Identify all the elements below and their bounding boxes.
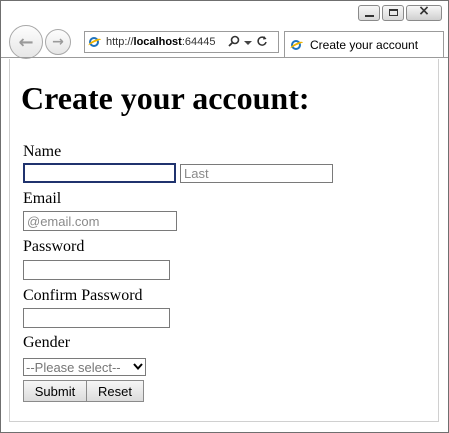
password-label: Password (23, 238, 85, 255)
refresh-icon[interactable] (256, 35, 268, 50)
back-arrow-icon: ← (18, 31, 34, 53)
back-button[interactable]: ← (9, 25, 43, 59)
submit-button[interactable]: Submit (23, 380, 87, 402)
chevron-down-icon[interactable] (244, 35, 252, 49)
minimize-icon (365, 15, 374, 17)
forward-button[interactable]: → (45, 29, 71, 55)
reset-button[interactable]: Reset (86, 380, 144, 402)
address-actions (228, 35, 268, 50)
first-name-input[interactable] (23, 163, 176, 183)
page-title: Create your account: (21, 80, 310, 116)
confirm-password-input[interactable] (23, 308, 170, 328)
gender-selected-value: --Please select-- (26, 359, 121, 375)
url-host: localhost (133, 36, 182, 48)
browser-chrome: × ← → http://localhost:64445 Create your… (1, 1, 448, 59)
page-content: Create your account: Name Email Password… (9, 59, 439, 422)
last-name-input[interactable] (180, 164, 333, 183)
maximize-icon (389, 9, 398, 16)
close-icon: × (418, 3, 430, 19)
forward-arrow-icon: → (52, 34, 64, 50)
ie-page-icon (88, 35, 102, 49)
window-controls: × (358, 3, 442, 21)
address-bar[interactable]: http://localhost:64445 (84, 31, 279, 53)
search-icon[interactable] (228, 35, 240, 50)
chrome-divider (1, 57, 448, 58)
gender-label: Gender (23, 334, 71, 351)
browser-window: × ← → http://localhost:64445 Create your… (0, 0, 449, 433)
email-input[interactable] (23, 211, 177, 231)
select-chevron-down-icon (131, 362, 145, 373)
email-label: Email (23, 190, 62, 207)
tab-title: Create your account (310, 37, 419, 52)
name-label: Name (23, 143, 62, 160)
url-scheme: http:// (106, 36, 134, 48)
url-port: :64445 (181, 36, 216, 48)
maximize-button[interactable] (382, 5, 404, 21)
browser-tab[interactable]: Create your account (284, 31, 444, 57)
gender-select[interactable]: --Please select-- (23, 358, 146, 376)
confirm-password-label: Confirm Password (23, 287, 143, 304)
minimize-button[interactable] (358, 5, 380, 21)
tab-page-icon (290, 38, 304, 52)
close-button[interactable]: × (406, 3, 442, 21)
url-text: http://localhost:64445 (106, 36, 224, 48)
password-input[interactable] (23, 260, 170, 280)
